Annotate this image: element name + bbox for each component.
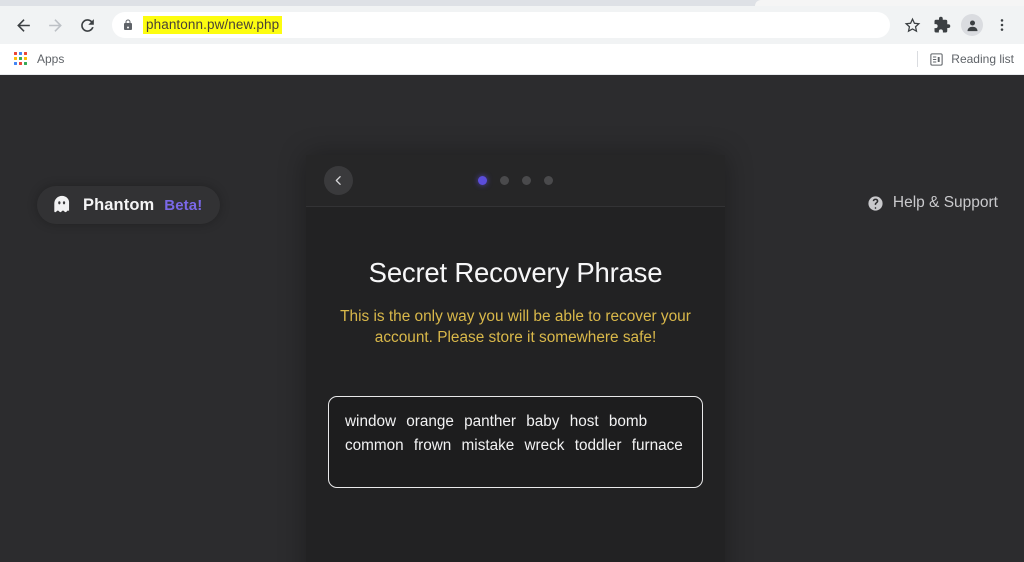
bookmark-apps-label: Apps	[37, 52, 65, 66]
onboarding-card: Secret Recovery Phrase This is the only …	[306, 155, 725, 562]
phantom-onboarding-page: Phantom Beta! Help & Support Secret Reco…	[0, 75, 1024, 562]
step-dot-4[interactable]	[544, 176, 553, 185]
seed-phrase-words: window orange panther baby host bomb com…	[345, 412, 683, 455]
step-dot-1[interactable]	[478, 176, 487, 185]
reading-list-button[interactable]: Reading list	[917, 51, 1014, 67]
browser-reload-button[interactable]	[72, 10, 102, 40]
browser-tab-strip	[0, 0, 1024, 6]
step-dot-3[interactable]	[522, 176, 531, 185]
star-icon	[904, 17, 920, 32]
phantom-brand-pill[interactable]: Phantom Beta!	[37, 186, 221, 224]
chrome-menu-button[interactable]	[988, 11, 1016, 39]
arrow-right-icon	[48, 18, 62, 32]
help-and-support-link[interactable]: Help & Support	[867, 194, 998, 212]
arrow-left-icon	[16, 18, 30, 32]
card-header	[306, 155, 725, 207]
profile-button[interactable]	[958, 11, 986, 39]
bookmark-star-button[interactable]	[898, 11, 926, 39]
reading-list-icon	[930, 52, 943, 66]
address-bar[interactable]: phantonn.pw/new.php	[112, 12, 890, 38]
apps-grid-icon	[14, 51, 29, 67]
address-bar-url: phantonn.pw/new.php	[143, 16, 283, 34]
reading-list-label: Reading list	[951, 52, 1014, 66]
step-indicator	[306, 176, 725, 185]
extensions-button[interactable]	[928, 11, 956, 39]
phantom-beta-badge: Beta!	[164, 196, 203, 214]
browser-back-button[interactable]	[8, 10, 38, 40]
phantom-ghost-icon	[51, 194, 73, 216]
browser-toolbar: phantonn.pw/new.php	[0, 6, 1024, 44]
puzzle-icon	[934, 16, 951, 33]
bookmarks-bar: Apps Reading list	[0, 44, 1024, 75]
reload-icon	[80, 18, 94, 32]
profile-avatar-icon	[961, 14, 983, 36]
toolbar-divider	[917, 51, 919, 67]
card-body: Secret Recovery Phrase This is the only …	[306, 257, 725, 562]
toolbar-icon-group	[898, 11, 1016, 39]
recovery-warning-text: This is the only way you will be able to…	[340, 308, 691, 347]
browser-forward-button[interactable]	[40, 10, 70, 40]
seed-phrase-box[interactable]: window orange panther baby host bomb com…	[328, 395, 703, 488]
phantom-brand-name: Phantom	[83, 195, 155, 214]
bookmark-apps[interactable]: Apps	[8, 49, 70, 70]
kebab-menu-icon	[1000, 19, 1004, 31]
card-back-button[interactable]	[324, 166, 353, 195]
step-dot-2[interactable]	[500, 176, 509, 185]
page-title: Secret Recovery Phrase	[368, 257, 663, 288]
question-circle-icon	[868, 195, 883, 211]
active-tab[interactable]	[755, 0, 1024, 6]
help-and-support-label: Help & Support	[892, 194, 998, 211]
lock-icon	[122, 18, 134, 32]
browser-chrome: phantonn.pw/new.php Apps Reading list	[0, 0, 1024, 75]
chevron-left-icon	[335, 176, 341, 185]
